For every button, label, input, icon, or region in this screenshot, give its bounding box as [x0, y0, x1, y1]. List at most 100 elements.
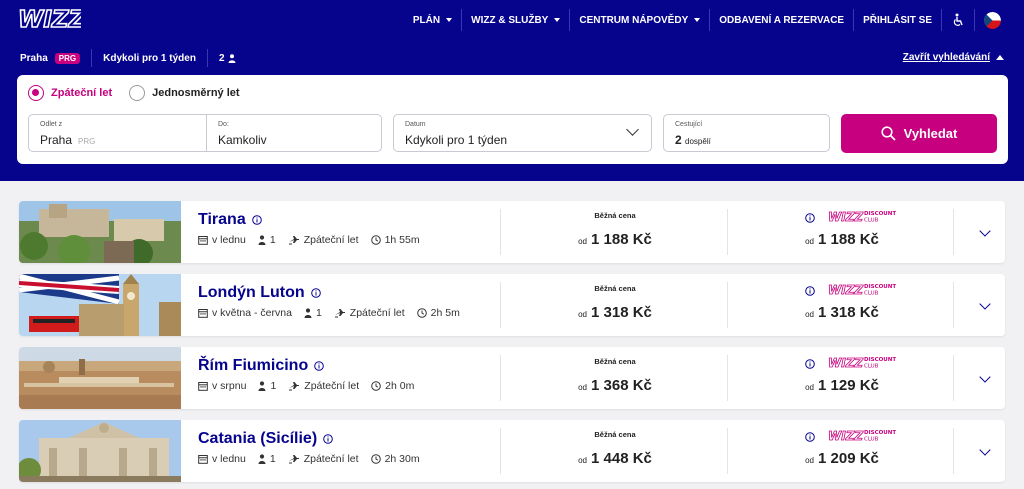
club-info[interactable] [799, 210, 815, 228]
clock-icon [371, 381, 381, 391]
expand-chevron-icon[interactable] [979, 444, 991, 456]
language-button[interactable] [975, 9, 1010, 31]
destination-card[interactable]: Řím Fiumicino v srpnu 1 Zpáteční let 2h 0m Bě… [19, 347, 1005, 409]
accessibility-button[interactable] [942, 9, 975, 31]
destination-photo [19, 420, 181, 482]
round-trip-icon [289, 381, 300, 390]
club-price-amount: od 1 188 Kč [731, 231, 953, 249]
info-icon[interactable] [805, 213, 815, 223]
svg-text:WIZZ: WIZZ [18, 7, 81, 33]
info-icon[interactable] [805, 286, 815, 296]
info-icon[interactable] [323, 434, 333, 444]
expand-chevron-icon[interactable] [979, 298, 991, 310]
close-search-link[interactable]: Zavřít vyhledávání [903, 52, 1004, 63]
club-info[interactable] [799, 283, 815, 301]
divider [727, 355, 728, 401]
date-field[interactable]: Datum Kdykoli pro 1 týden [393, 114, 652, 152]
destination-title[interactable]: Řím Fiumicino [198, 357, 325, 375]
meta-pax-text: 1 [270, 380, 277, 392]
from-prefix: od [805, 383, 814, 392]
destination-city: Řím Fiumicino [198, 357, 309, 374]
club-price-value: 1 318 Kč [818, 304, 879, 321]
meta-when: v lednu [198, 234, 246, 246]
regular-price-amount: od 1 318 Kč [503, 304, 727, 322]
club-price[interactable]: WIZZ DISCOUNT CLUB od 1 318 Kč [731, 274, 953, 336]
meta-pax-text: 1 [315, 307, 322, 319]
svg-text:DISCOUNT: DISCOUNT [864, 430, 896, 436]
club-price[interactable]: WIZZ DISCOUNT CLUB od 1 129 Kč [731, 347, 953, 409]
passengers-value: 2 dospělí [675, 133, 711, 147]
info-icon[interactable] [805, 359, 815, 369]
regular-price-label: Běžná cena [594, 357, 636, 366]
divider [500, 209, 501, 255]
accessibility-icon [953, 13, 963, 26]
from-prefix: od [578, 237, 587, 246]
info-icon[interactable] [314, 361, 325, 371]
origin-field[interactable]: Odlet z Praha PRG [28, 114, 207, 152]
meta-when-text: v lednu [212, 453, 246, 465]
destination-title[interactable]: Tirana [198, 211, 262, 229]
regular-price-value: 1 318 Kč [591, 304, 652, 321]
info-icon[interactable] [805, 432, 815, 442]
main-menu: PLÁN WIZZ & SLUŽBY CENTRUM NÁPOVĚDY ODBA… [404, 0, 1010, 40]
wizz-logo[interactable]: WIZZ [17, 4, 81, 34]
nav-help-center[interactable]: CENTRUM NÁPOVĚDY [570, 9, 711, 31]
expand-chevron-icon[interactable] [979, 371, 991, 383]
radio-round-trip[interactable]: Zpáteční let [28, 85, 112, 101]
summary-origin[interactable]: Praha [20, 53, 48, 64]
round-trip-icon [288, 235, 299, 244]
info-icon[interactable] [251, 215, 262, 225]
club-price[interactable]: WIZZ DISCOUNT CLUB od 1 209 Kč [731, 420, 953, 482]
club-info[interactable] [799, 356, 815, 374]
meta-when: v lednu [198, 453, 246, 465]
info-icon[interactable] [310, 288, 321, 298]
destination-card[interactable]: Tirana v lednu 1 Zpáteční let 1h 55m Běžná ce… [19, 201, 1005, 263]
passengers-field[interactable]: Cestující 2 dospělí [663, 114, 830, 152]
nav-sign-in[interactable]: PŘIHLÁSIT SE [854, 9, 942, 31]
regular-price-label: Běžná cena [594, 430, 636, 439]
meta-duration: 1h 55m [370, 234, 420, 246]
regular-price[interactable]: Běžná cena od 1 188 Kč [503, 201, 727, 263]
divider [727, 282, 728, 328]
radio-ring [28, 85, 44, 101]
destination-city: Catania (Sicílie) [198, 430, 318, 447]
nav-plan[interactable]: PLÁN [404, 9, 463, 31]
meta-pax: 1 [304, 307, 322, 319]
regular-price[interactable]: Běžná cena od 1 368 Kč [503, 347, 727, 409]
passengers-count: 2 [675, 133, 682, 147]
club-price-amount: od 1 129 Kč [731, 377, 953, 395]
radio-one-way[interactable]: Jednosměrný let [129, 85, 240, 101]
meta-duration-text: 2h 0m [385, 380, 415, 392]
search-button[interactable]: Vyhledat [841, 114, 997, 153]
destination-title[interactable]: Catania (Sicílie) [198, 430, 333, 448]
destination-card[interactable]: Catania (Sicílie) v lednu 1 Zpáteční let 2h … [19, 420, 1005, 482]
trip-meta: v srpnu 1 Zpáteční let 2h 0m [198, 380, 426, 392]
destination-value: Kamkoliv [218, 133, 267, 147]
divider [91, 49, 93, 67]
summary-passengers[interactable]: 2 [219, 53, 225, 64]
meta-duration-text: 2h 5m [430, 307, 460, 319]
top-nav: WIZZ PLÁN WIZZ & SLUŽBY CENTRUM NÁPOVĚDY… [0, 0, 1024, 40]
svg-text:CLUB: CLUB [864, 437, 879, 443]
destination-card[interactable]: Londýn Luton v května - června 1 Zpáteční l… [19, 274, 1005, 336]
divider [500, 282, 501, 328]
nav-checkin-booking[interactable]: ODBAVENÍ A REZERVACE [710, 9, 855, 31]
chevron-up-icon [996, 55, 1004, 60]
from-prefix: od [578, 310, 587, 319]
regular-price[interactable]: Běžná cena od 1 448 Kč [503, 420, 727, 482]
calendar-icon [198, 455, 208, 464]
radio-round-trip-label: Zpáteční let [51, 87, 113, 99]
destination-title[interactable]: Londýn Luton [198, 284, 321, 302]
club-price[interactable]: WIZZ DISCOUNT CLUB od 1 188 Kč [731, 201, 953, 263]
club-info[interactable] [799, 429, 815, 447]
club-price-value: 1 188 Kč [818, 231, 879, 248]
summary-when[interactable]: Kdykoli pro 1 týden [103, 53, 196, 64]
nav-wizz-services[interactable]: WIZZ & SLUŽBY [462, 9, 571, 31]
regular-price-value: 1 448 Kč [591, 450, 652, 467]
club-price-amount: od 1 318 Kč [731, 304, 953, 322]
expand-chevron-icon[interactable] [979, 225, 991, 237]
radio-one-way-label: Jednosměrný let [152, 87, 240, 99]
from-prefix: od [578, 456, 587, 465]
regular-price[interactable]: Běžná cena od 1 318 Kč [503, 274, 727, 336]
destination-field[interactable]: Do: Kamkoliv [206, 114, 382, 152]
